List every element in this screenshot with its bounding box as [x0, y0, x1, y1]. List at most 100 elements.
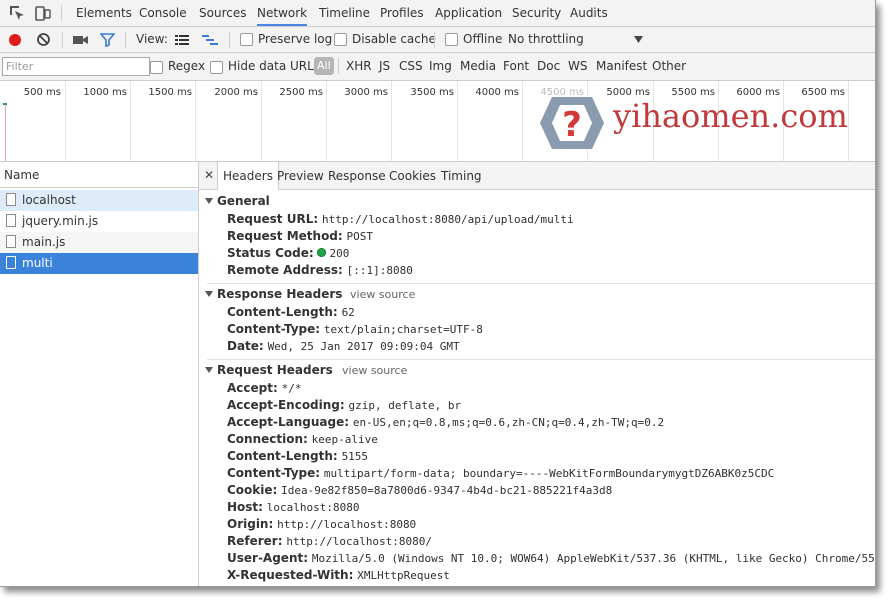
request-name: localhost — [22, 193, 76, 207]
header-value: text/plain;charset=UTF-8 — [323, 323, 483, 336]
tick-label: 1500 ms — [148, 87, 192, 98]
filter-font[interactable]: Font — [503, 53, 529, 80]
tab-response[interactable]: Response — [328, 162, 386, 189]
view-label: View: — [136, 32, 168, 46]
tab-timing[interactable]: Timing — [441, 162, 482, 189]
header-key: Content-Type: — [227, 322, 321, 336]
tab-separator — [61, 5, 62, 21]
chevron-down-icon[interactable] — [634, 36, 643, 43]
filter-manifest[interactable]: Manifest — [596, 53, 647, 80]
filter-xhr[interactable]: XHR — [346, 53, 372, 80]
disable-cache-checkbox[interactable] — [334, 33, 347, 46]
filter-img[interactable]: Img — [429, 53, 452, 80]
header-key: Remote Address: — [227, 263, 343, 277]
header-value: localhost:8080 — [266, 501, 360, 514]
filter-other[interactable]: Other — [652, 53, 686, 80]
large-rows-icon[interactable] — [175, 34, 189, 46]
header-value: Idea-9e82f850=8a7800d6-9347-4b4d-bc21-88… — [281, 484, 613, 497]
file-icon — [6, 256, 16, 269]
header-value: gzip, deflate, br — [348, 399, 462, 412]
timeline-overview[interactable]: 500 ms 1000 ms 1500 ms 2000 ms 2500 ms 3… — [0, 81, 875, 162]
file-icon — [6, 193, 16, 206]
header-row: Accept-Encoding: gzip, deflate, br — [227, 398, 461, 412]
hide-data-urls-checkbox[interactable] — [210, 61, 223, 74]
tab-headers[interactable]: Headers — [217, 162, 279, 190]
svg-text:?: ? — [562, 105, 582, 145]
request-row[interactable]: localhost — [0, 190, 198, 211]
timeline-tick: 2500 ms — [262, 81, 327, 161]
request-view-source-link[interactable]: view source — [342, 364, 407, 377]
general-section-toggle[interactable]: General — [205, 194, 270, 208]
filter-media[interactable]: Media — [460, 53, 496, 80]
tab-timeline[interactable]: Timeline — [319, 0, 370, 26]
filter-bar: Regex Hide data URLs All XHR JS CSS Img … — [0, 53, 875, 81]
header-value: POST — [346, 230, 374, 243]
header-row: User-Agent: Mozilla/5.0 (Windows NT 10.0… — [227, 551, 875, 565]
triangle-down-icon — [205, 290, 213, 297]
request-row-selected[interactable]: multi — [0, 253, 198, 274]
header-row: Cookie: Idea-9e82f850=8a7800d6-9347-4b4d… — [227, 483, 612, 497]
tab-network[interactable]: Network — [257, 0, 308, 26]
header-value: keep-alive — [311, 433, 378, 446]
tab-sources[interactable]: Sources — [199, 0, 246, 26]
network-toolbar: View: Preserve log Disable cache Offline… — [0, 27, 875, 53]
overview-icon[interactable] — [202, 34, 218, 46]
toolbar-separator — [229, 32, 230, 48]
file-icon — [6, 214, 16, 227]
close-icon[interactable]: ✕ — [204, 168, 214, 182]
record-icon[interactable] — [8, 33, 22, 47]
header-key: Content-Type: — [227, 466, 321, 480]
preserve-log-label: Preserve log — [258, 32, 333, 46]
header-row: Content-Length: 5155 — [227, 449, 368, 463]
request-row[interactable]: jquery.min.js — [0, 211, 198, 232]
preserve-log-checkbox[interactable] — [240, 33, 253, 46]
capture-screenshots-icon[interactable] — [73, 34, 89, 46]
device-mode-icon[interactable] — [34, 4, 52, 22]
request-row[interactable]: main.js — [0, 232, 198, 253]
tick-label: 4000 ms — [475, 87, 519, 98]
regex-checkbox[interactable] — [150, 61, 163, 74]
filter-ws[interactable]: WS — [568, 53, 587, 80]
timeline-tick: 1500 ms — [131, 81, 196, 161]
tab-preview[interactable]: Preview — [277, 162, 324, 189]
status-ok-icon — [317, 248, 327, 257]
devtools-window: Elements Console Sources Network Timelin… — [0, 0, 876, 587]
timeline-tick: 500 ms — [0, 81, 66, 161]
request-list: Name localhost jquery.min.js main.js mul… — [0, 162, 199, 586]
inspect-element-icon[interactable] — [8, 4, 26, 22]
response-view-source-link[interactable]: view source — [350, 288, 415, 301]
watermark: ? yihaomen.com — [538, 93, 858, 153]
header-row: Request URL: http://localhost:8080/api/u… — [227, 212, 574, 226]
throttling-select[interactable]: No throttling — [508, 27, 584, 52]
filter-js[interactable]: JS — [379, 53, 390, 80]
triangle-down-icon — [205, 197, 213, 204]
name-column-header[interactable]: Name — [0, 162, 198, 188]
clear-icon[interactable] — [36, 32, 51, 47]
header-key: X-Requested-With: — [227, 568, 354, 582]
regex-label: Regex — [168, 59, 206, 73]
filter-doc[interactable]: Doc — [537, 53, 560, 80]
response-headers-title: Response Headers — [217, 287, 343, 301]
tab-cookies[interactable]: Cookies — [389, 162, 436, 189]
header-value: 5155 — [341, 450, 369, 463]
filter-icon[interactable] — [100, 33, 115, 47]
timeline-tick: 4000 ms — [458, 81, 523, 161]
response-headers-toggle[interactable]: Response Headers — [205, 287, 342, 301]
tab-console[interactable]: Console — [139, 0, 187, 26]
toolbar-separator — [125, 32, 126, 48]
header-row: Accept-Language: en-US,en;q=0.8,ms;q=0.6… — [227, 415, 664, 429]
tab-application[interactable]: Application — [435, 0, 502, 26]
header-row: Content-Type: multipart/form-data; bound… — [227, 466, 774, 480]
triangle-down-icon — [205, 366, 213, 373]
filter-input[interactable] — [2, 57, 150, 76]
tab-security[interactable]: Security — [512, 0, 561, 26]
offline-label: Offline — [463, 32, 503, 46]
tab-profiles[interactable]: Profiles — [380, 0, 424, 26]
offline-checkbox[interactable] — [445, 33, 458, 46]
header-key: Request Method: — [227, 229, 343, 243]
request-headers-toggle[interactable]: Request Headers — [205, 363, 333, 377]
tab-audits[interactable]: Audits — [570, 0, 608, 26]
tab-elements[interactable]: Elements — [76, 0, 132, 26]
filter-css[interactable]: CSS — [399, 53, 423, 80]
filter-all-button[interactable]: All — [314, 57, 334, 75]
